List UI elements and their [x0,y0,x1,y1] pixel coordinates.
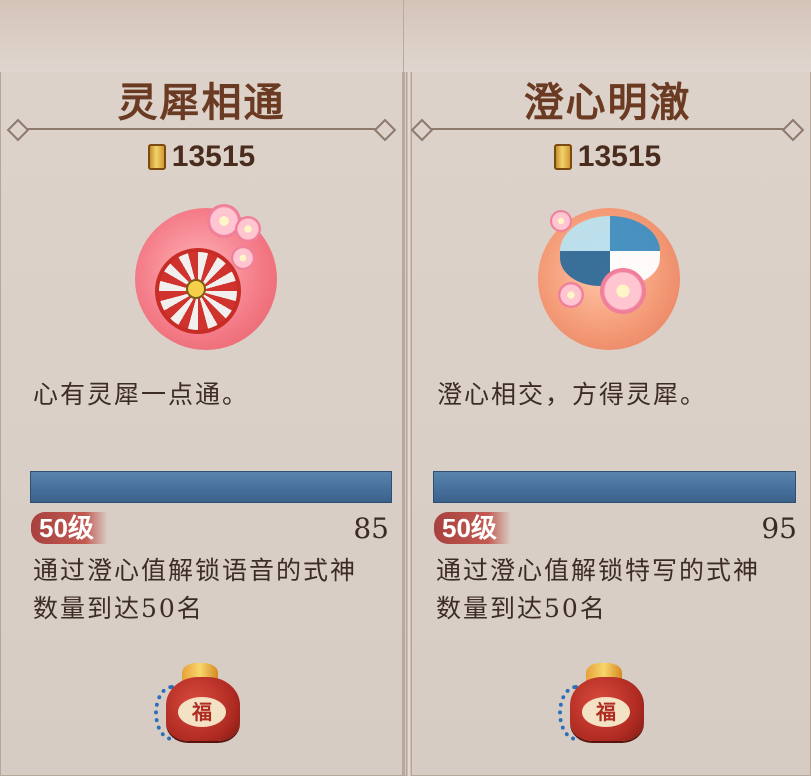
coupon-icon [553,144,572,170]
pink-wheel-emblem-icon [135,204,277,350]
level-value: 95 [761,512,797,545]
card-title: 澄心明澈 [523,79,692,126]
level-value: 85 [353,512,389,545]
card-description: 澄心相交，方得灵犀。 [437,380,708,409]
unlock-condition: 通过澄心值解锁特写的式神数量到达50名 [436,556,761,623]
achievement-card-lingxi[interactable]: 灵犀相通 13515 心有灵犀一点通。 50级 85 通过澄心值解锁语音的式神数… [0,0,403,776]
unlock-condition: 通过澄心值解锁语音的式神数量到达50名 [33,556,358,623]
coupon-icon [147,144,166,170]
cherry-blossom-icon [600,268,646,314]
price-display: 13515 [404,140,811,174]
cherry-blossom-icon [231,246,255,270]
price-display: 13515 [0,140,403,174]
price-value: 13515 [577,140,662,173]
card-title: 灵犀相通 [117,79,286,126]
fortune-bag-icon[interactable]: 福 [152,655,252,745]
card-header-pattern [0,0,403,72]
level-badge: 50级 [31,512,108,544]
achievement-cards: 灵犀相通 13515 心有灵犀一点通。 50级 85 通过澄心值解锁语音的式神数… [0,0,811,776]
cherry-blossom-icon [550,210,572,232]
bag-label: 福 [178,697,226,727]
cherry-blossom-icon [235,216,261,242]
progress-bar [433,471,796,503]
title-divider [14,128,389,130]
wheel-hub-icon [186,279,206,299]
card-description: 心有灵犀一点通。 [33,380,250,409]
fortune-bag-icon[interactable]: 福 [556,655,656,745]
card-header-pattern [404,0,811,72]
level-badge: 50级 [434,512,511,544]
price-value: 13515 [171,140,256,173]
achievement-card-chengxin[interactable]: 澄心明澈 13515 澄心相交，方得灵犀。 50级 95 通过澄心值解锁特写的式… [404,0,811,776]
pinwheel-flower-emblem-icon [538,208,680,350]
progress-bar [30,471,392,503]
bag-label: 福 [582,697,630,727]
cherry-blossom-icon [558,282,584,308]
title-divider [418,128,797,130]
